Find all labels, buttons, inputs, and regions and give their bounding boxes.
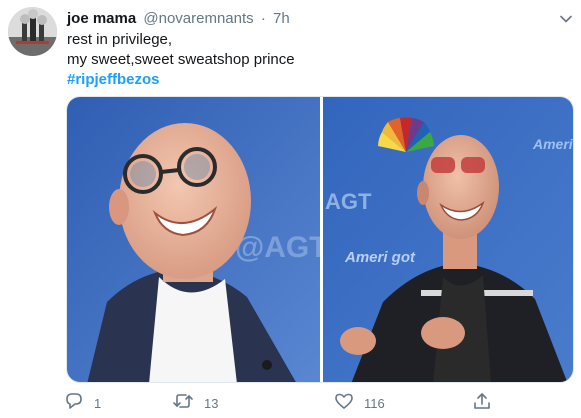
- tweet-header: joe mama @novaremnants · 7h: [67, 9, 290, 29]
- chevron-down-icon[interactable]: [557, 10, 575, 28]
- reply-icon: [64, 391, 84, 416]
- backdrop-text-left: @AGT: [235, 231, 320, 264]
- tweet-actions: 1 13 116: [64, 392, 514, 414]
- avatar[interactable]: [8, 7, 57, 56]
- like-count: 116: [364, 395, 385, 411]
- tweet-text-line-1: rest in privilege,: [67, 31, 173, 48]
- like-button[interactable]: 116: [334, 392, 385, 414]
- media-photo-2[interactable]: America's got AGT Ameri got: [323, 97, 574, 382]
- share-button[interactable]: [472, 392, 492, 414]
- backdrop-text-agt: AGT: [325, 189, 372, 214]
- display-name[interactable]: joe mama: [67, 10, 136, 27]
- tweet-media[interactable]: @AGT Ameri AGT Ameri got: [66, 96, 574, 383]
- avatar-image: [8, 7, 57, 56]
- reply-button[interactable]: 1: [64, 392, 101, 414]
- retweet-icon: [172, 391, 194, 416]
- tweet-card[interactable]: joe mama @novaremnants · 7h rest in priv…: [0, 0, 581, 418]
- hashtag-link[interactable]: #ripjeffbezos: [67, 70, 295, 90]
- media-photo-1[interactable]: @AGT: [67, 97, 320, 382]
- tweet-text-line-2: my sweet,sweet sweatshop prince: [67, 51, 295, 68]
- share-icon: [472, 391, 492, 416]
- tweet-text: rest in privilege, my sweet,sweet sweats…: [67, 30, 295, 90]
- backdrop-text-bottom: Ameri got: [344, 249, 416, 266]
- tweet-timestamp[interactable]: 7h: [273, 10, 290, 27]
- user-handle[interactable]: @novaremnants: [143, 10, 253, 27]
- reply-count: 1: [94, 395, 102, 411]
- retweet-count: 13: [204, 395, 219, 411]
- backdrop-text-top: America's got: [532, 136, 574, 152]
- header-separator: ·: [260, 10, 266, 27]
- retweet-button[interactable]: 13: [172, 392, 218, 414]
- like-icon: [334, 391, 354, 416]
